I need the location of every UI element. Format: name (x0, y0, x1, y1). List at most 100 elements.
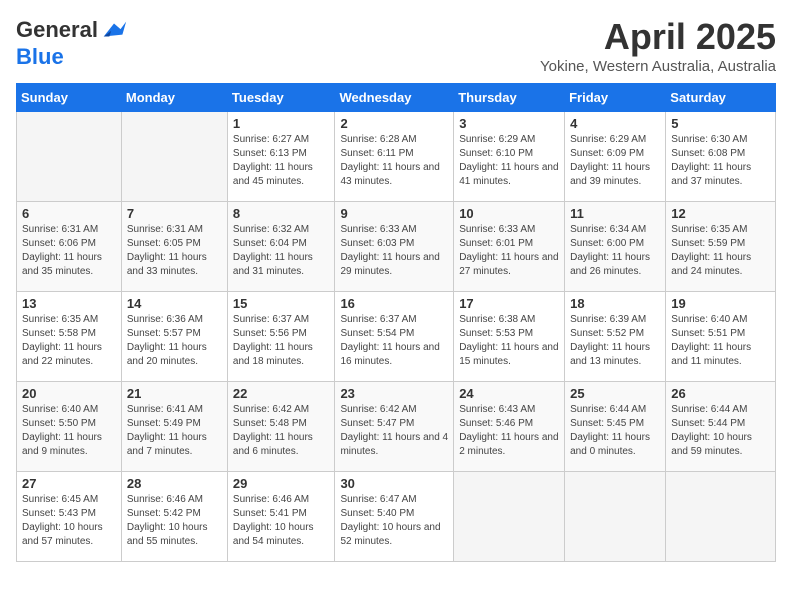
header-sunday: Sunday (17, 84, 122, 112)
day-number: 13 (22, 296, 116, 311)
day-info: Sunrise: 6:43 AMSunset: 5:46 PMDaylight:… (459, 403, 559, 459)
week-row-2: 6 Sunrise: 6:31 AMSunset: 6:06 PMDayligh… (17, 202, 776, 292)
week-row-5: 27 Sunrise: 6:45 AMSunset: 5:43 PMDaylig… (17, 472, 776, 562)
logo-general-text: General (16, 17, 98, 43)
day-number: 14 (127, 296, 222, 311)
day-number: 21 (127, 386, 222, 401)
day-info: Sunrise: 6:35 AMSunset: 5:59 PMDaylight:… (671, 223, 770, 279)
day-info: Sunrise: 6:38 AMSunset: 5:53 PMDaylight:… (459, 313, 559, 369)
week-row-3: 13 Sunrise: 6:35 AMSunset: 5:58 PMDaylig… (17, 292, 776, 382)
day-number: 4 (570, 116, 660, 131)
header-saturday: Saturday (666, 84, 776, 112)
calendar-cell (666, 472, 776, 562)
day-info: Sunrise: 6:40 AMSunset: 5:50 PMDaylight:… (22, 403, 116, 459)
day-number: 27 (22, 476, 116, 491)
day-info: Sunrise: 6:44 AMSunset: 5:45 PMDaylight:… (570, 403, 660, 459)
header-row: SundayMondayTuesdayWednesdayThursdayFrid… (17, 84, 776, 112)
day-info: Sunrise: 6:27 AMSunset: 6:13 PMDaylight:… (233, 133, 330, 189)
day-info: Sunrise: 6:34 AMSunset: 6:00 PMDaylight:… (570, 223, 660, 279)
day-info: Sunrise: 6:46 AMSunset: 5:42 PMDaylight:… (127, 493, 222, 549)
calendar-cell: 2 Sunrise: 6:28 AMSunset: 6:11 PMDayligh… (335, 112, 454, 202)
day-number: 30 (340, 476, 448, 491)
day-number: 26 (671, 386, 770, 401)
day-info: Sunrise: 6:31 AMSunset: 6:05 PMDaylight:… (127, 223, 222, 279)
day-info: Sunrise: 6:29 AMSunset: 6:09 PMDaylight:… (570, 133, 660, 189)
calendar-cell: 5 Sunrise: 6:30 AMSunset: 6:08 PMDayligh… (666, 112, 776, 202)
calendar-cell: 18 Sunrise: 6:39 AMSunset: 5:52 PMDaylig… (565, 292, 666, 382)
header-wednesday: Wednesday (335, 84, 454, 112)
calendar-cell: 19 Sunrise: 6:40 AMSunset: 5:51 PMDaylig… (666, 292, 776, 382)
page-header: General Blue April 2025 Yokine, Western … (16, 16, 776, 75)
day-info: Sunrise: 6:45 AMSunset: 5:43 PMDaylight:… (22, 493, 116, 549)
day-info: Sunrise: 6:29 AMSunset: 6:10 PMDaylight:… (459, 133, 559, 189)
calendar-cell: 4 Sunrise: 6:29 AMSunset: 6:09 PMDayligh… (565, 112, 666, 202)
day-number: 25 (570, 386, 660, 401)
day-number: 28 (127, 476, 222, 491)
day-number: 15 (233, 296, 330, 311)
day-number: 16 (340, 296, 448, 311)
day-number: 22 (233, 386, 330, 401)
calendar-cell (17, 112, 122, 202)
day-info: Sunrise: 6:40 AMSunset: 5:51 PMDaylight:… (671, 313, 770, 369)
day-number: 2 (340, 116, 448, 131)
calendar-cell: 15 Sunrise: 6:37 AMSunset: 5:56 PMDaylig… (227, 292, 335, 382)
calendar-cell: 16 Sunrise: 6:37 AMSunset: 5:54 PMDaylig… (335, 292, 454, 382)
calendar-cell: 17 Sunrise: 6:38 AMSunset: 5:53 PMDaylig… (454, 292, 565, 382)
calendar-cell (454, 472, 565, 562)
day-number: 24 (459, 386, 559, 401)
day-info: Sunrise: 6:36 AMSunset: 5:57 PMDaylight:… (127, 313, 222, 369)
day-info: Sunrise: 6:42 AMSunset: 5:48 PMDaylight:… (233, 403, 330, 459)
calendar-cell (565, 472, 666, 562)
day-info: Sunrise: 6:33 AMSunset: 6:01 PMDaylight:… (459, 223, 559, 279)
calendar-cell: 7 Sunrise: 6:31 AMSunset: 6:05 PMDayligh… (121, 202, 227, 292)
calendar-cell: 8 Sunrise: 6:32 AMSunset: 6:04 PMDayligh… (227, 202, 335, 292)
day-info: Sunrise: 6:42 AMSunset: 5:47 PMDaylight:… (340, 403, 448, 459)
calendar-cell: 14 Sunrise: 6:36 AMSunset: 5:57 PMDaylig… (121, 292, 227, 382)
calendar-cell: 20 Sunrise: 6:40 AMSunset: 5:50 PMDaylig… (17, 382, 122, 472)
day-number: 5 (671, 116, 770, 131)
day-info: Sunrise: 6:39 AMSunset: 5:52 PMDaylight:… (570, 313, 660, 369)
day-number: 3 (459, 116, 559, 131)
day-info: Sunrise: 6:35 AMSunset: 5:58 PMDaylight:… (22, 313, 116, 369)
calendar-cell: 25 Sunrise: 6:44 AMSunset: 5:45 PMDaylig… (565, 382, 666, 472)
day-number: 20 (22, 386, 116, 401)
logo-bird-icon (100, 16, 128, 44)
day-number: 23 (340, 386, 448, 401)
calendar-cell: 26 Sunrise: 6:44 AMSunset: 5:44 PMDaylig… (666, 382, 776, 472)
day-number: 10 (459, 206, 559, 221)
calendar-cell: 27 Sunrise: 6:45 AMSunset: 5:43 PMDaylig… (17, 472, 122, 562)
calendar-cell: 6 Sunrise: 6:31 AMSunset: 6:06 PMDayligh… (17, 202, 122, 292)
calendar-cell: 30 Sunrise: 6:47 AMSunset: 5:40 PMDaylig… (335, 472, 454, 562)
day-info: Sunrise: 6:47 AMSunset: 5:40 PMDaylight:… (340, 493, 448, 549)
calendar-cell: 10 Sunrise: 6:33 AMSunset: 6:01 PMDaylig… (454, 202, 565, 292)
day-number: 18 (570, 296, 660, 311)
header-thursday: Thursday (454, 84, 565, 112)
calendar-cell: 9 Sunrise: 6:33 AMSunset: 6:03 PMDayligh… (335, 202, 454, 292)
day-info: Sunrise: 6:44 AMSunset: 5:44 PMDaylight:… (671, 403, 770, 459)
header-monday: Monday (121, 84, 227, 112)
calendar-table: SundayMondayTuesdayWednesdayThursdayFrid… (16, 83, 776, 562)
day-info: Sunrise: 6:46 AMSunset: 5:41 PMDaylight:… (233, 493, 330, 549)
day-number: 7 (127, 206, 222, 221)
day-number: 8 (233, 206, 330, 221)
logo-blue-text: Blue (16, 44, 64, 70)
title-block: April 2025 Yokine, Western Australia, Au… (540, 16, 776, 75)
calendar-cell: 13 Sunrise: 6:35 AMSunset: 5:58 PMDaylig… (17, 292, 122, 382)
calendar-cell (121, 112, 227, 202)
calendar-cell: 12 Sunrise: 6:35 AMSunset: 5:59 PMDaylig… (666, 202, 776, 292)
header-friday: Friday (565, 84, 666, 112)
main-title: April 2025 (540, 16, 776, 58)
header-tuesday: Tuesday (227, 84, 335, 112)
day-info: Sunrise: 6:32 AMSunset: 6:04 PMDaylight:… (233, 223, 330, 279)
logo: General Blue (16, 16, 128, 70)
day-info: Sunrise: 6:30 AMSunset: 6:08 PMDaylight:… (671, 133, 770, 189)
week-row-1: 1 Sunrise: 6:27 AMSunset: 6:13 PMDayligh… (17, 112, 776, 202)
day-number: 29 (233, 476, 330, 491)
day-number: 6 (22, 206, 116, 221)
day-number: 17 (459, 296, 559, 311)
day-info: Sunrise: 6:31 AMSunset: 6:06 PMDaylight:… (22, 223, 116, 279)
calendar-cell: 29 Sunrise: 6:46 AMSunset: 5:41 PMDaylig… (227, 472, 335, 562)
calendar-cell: 21 Sunrise: 6:41 AMSunset: 5:49 PMDaylig… (121, 382, 227, 472)
day-info: Sunrise: 6:28 AMSunset: 6:11 PMDaylight:… (340, 133, 448, 189)
calendar-cell: 22 Sunrise: 6:42 AMSunset: 5:48 PMDaylig… (227, 382, 335, 472)
